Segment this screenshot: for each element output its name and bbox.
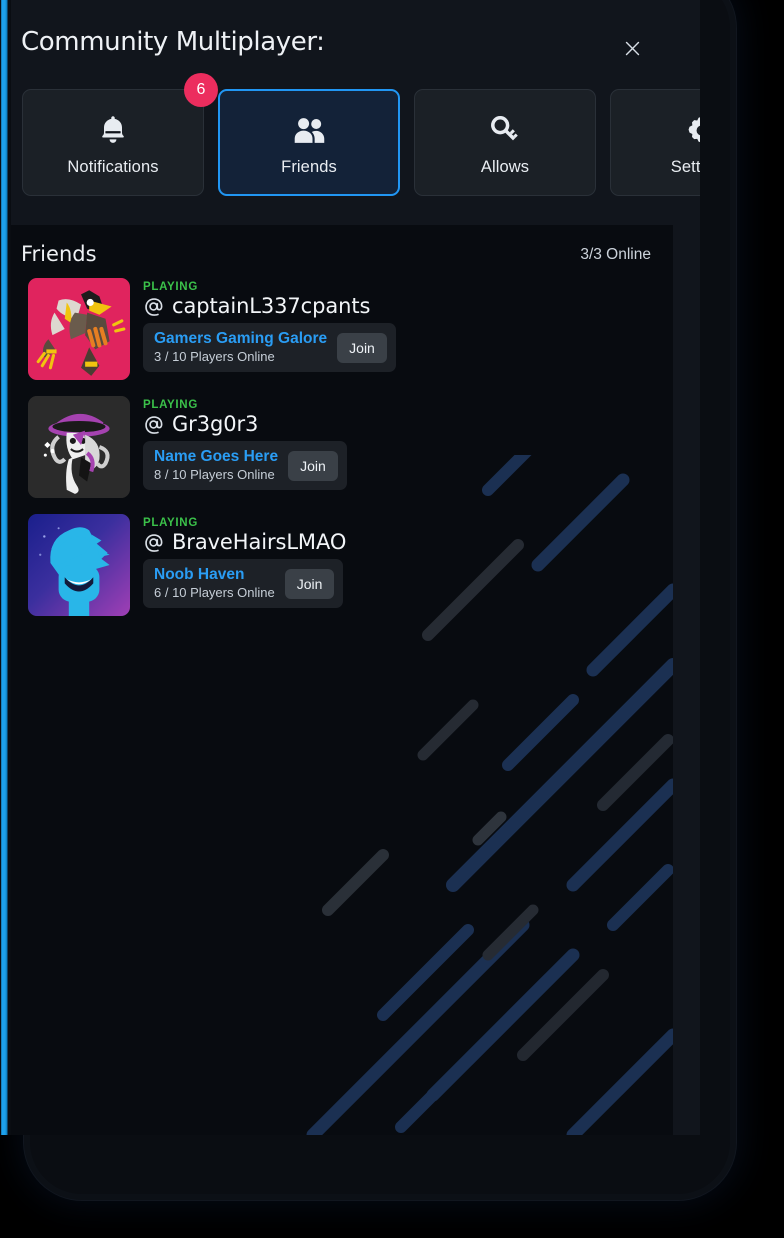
tab-label-friends: Friends: [281, 158, 337, 176]
join-button[interactable]: Join: [288, 450, 338, 481]
tab-strip: 6 Notifications Friends Allows Sett: [22, 73, 700, 196]
friend-handle: Gr3g0r3: [172, 412, 259, 436]
chip-text: Gamers Gaming Galore 3 / 10 Players Onli…: [154, 330, 327, 365]
handle-row: BraveHairsLMAO: [143, 530, 346, 554]
tab-allows[interactable]: Allows: [414, 89, 596, 196]
community-multiplayer-dialog: Community Multiplayer: 6 Notifications F…: [0, 0, 700, 1135]
friends-header: Friends 3/3 Online: [0, 225, 673, 283]
dialog-header: Community Multiplayer: 6 Notifications F…: [0, 0, 700, 225]
tab-settings[interactable]: Settings: [610, 89, 700, 196]
page-title: Community Multiplayer:: [21, 27, 325, 57]
friend-handle: captainL337cpants: [172, 294, 371, 318]
notifications-badge: 6: [184, 73, 218, 107]
status-badge: PLAYING: [143, 281, 198, 293]
close-button[interactable]: [616, 32, 648, 64]
tab-label-notifications: Notifications: [67, 158, 159, 176]
left-accent-rail[interactable]: [0, 0, 11, 1135]
friend-info: PLAYING Gr3g0r3 Name Goes Here 8 / 10 Pl…: [143, 396, 347, 490]
player-count: 3 / 10 Players Online: [154, 349, 275, 364]
chip-text: Noob Haven 6 / 10 Players Online: [154, 566, 275, 601]
list-item[interactable]: PLAYING captainL337cpants Gamers Gaming …: [0, 278, 673, 396]
game-chip[interactable]: Name Goes Here 8 / 10 Players Online Joi…: [143, 441, 347, 490]
status-badge: PLAYING: [143, 399, 198, 411]
handle-row: Gr3g0r3: [143, 412, 347, 436]
friends-list: PLAYING captainL337cpants Gamers Gaming …: [0, 278, 673, 632]
avatar: [28, 396, 130, 498]
at-icon: [143, 414, 164, 435]
game-chip[interactable]: Noob Haven 6 / 10 Players Online Join: [143, 559, 344, 608]
bell-icon: [98, 108, 128, 146]
list-item[interactable]: PLAYING Gr3g0r3 Name Goes Here 8 / 10 Pl…: [0, 396, 673, 514]
friends-section-title: Friends: [21, 242, 97, 266]
close-icon: [625, 41, 639, 55]
chip-text: Name Goes Here 8 / 10 Players Online: [154, 448, 278, 483]
join-button[interactable]: Join: [284, 568, 335, 599]
avatar: [28, 514, 130, 616]
player-count: 6 / 10 Players Online: [154, 585, 275, 600]
handle-row: captainL337cpants: [143, 294, 396, 318]
friend-handle: BraveHairsLMAO: [172, 530, 347, 554]
game-chip[interactable]: Gamers Gaming Galore 3 / 10 Players Onli…: [143, 323, 396, 372]
tab-label-settings: Settings: [670, 158, 700, 176]
game-name[interactable]: Gamers Gaming Galore: [154, 330, 327, 348]
player-count: 8 / 10 Players Online: [154, 467, 275, 482]
online-count: 3/3 Online: [580, 246, 651, 263]
join-button[interactable]: Join: [337, 332, 387, 363]
people-icon: [291, 108, 327, 146]
at-icon: [143, 532, 164, 553]
tab-label-allows: Allows: [480, 158, 530, 176]
friends-content-panel: Friends 3/3 Online PLAYING captainL337cp…: [0, 225, 673, 1135]
game-name[interactable]: Noob Haven: [154, 566, 275, 584]
key-icon: [490, 108, 520, 146]
friend-info: PLAYING captainL337cpants Gamers Gaming …: [143, 278, 396, 372]
avatar: [28, 278, 130, 380]
tab-notifications[interactable]: 6 Notifications: [22, 73, 218, 196]
game-name[interactable]: Name Goes Here: [154, 448, 278, 466]
at-icon: [143, 296, 164, 317]
status-badge: PLAYING: [143, 517, 198, 529]
list-item[interactable]: PLAYING BraveHairsLMAO Noob Haven 6 / 10…: [0, 514, 673, 632]
friend-info: PLAYING BraveHairsLMAO Noob Haven 6 / 10…: [143, 514, 346, 608]
gear-icon: [686, 108, 700, 146]
tab-friends[interactable]: Friends: [218, 89, 400, 196]
